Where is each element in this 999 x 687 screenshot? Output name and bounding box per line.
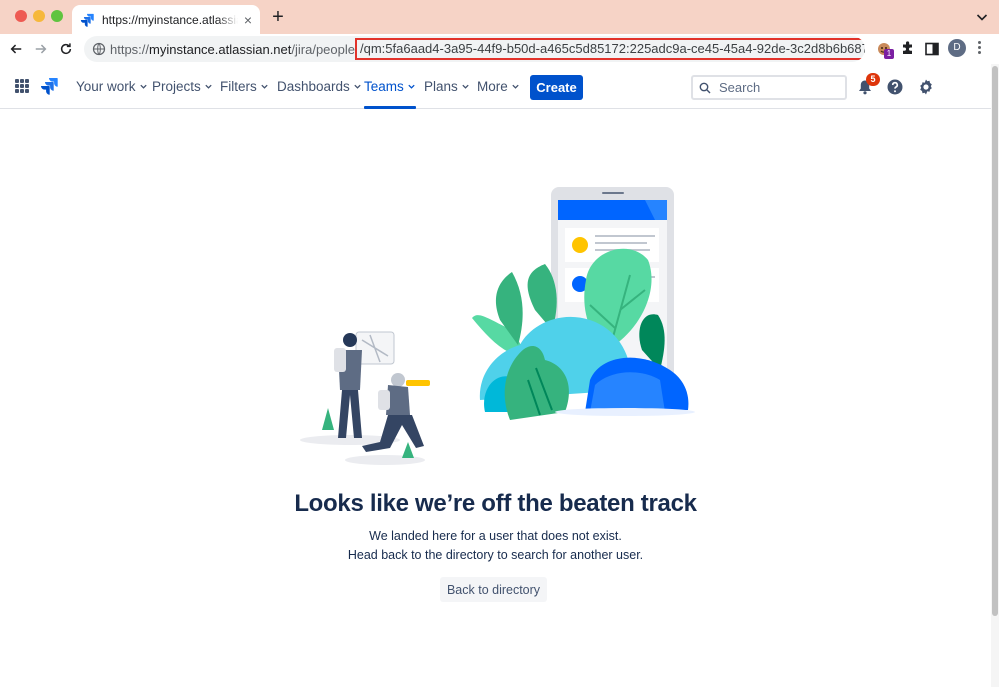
browser-menu-icon[interactable]: [978, 41, 982, 57]
chevron-down-icon: [139, 84, 147, 89]
nav-filters[interactable]: Filters: [220, 64, 269, 109]
address-bar[interactable]: https://myinstance.atlassian.net/jira/pe…: [84, 36, 865, 62]
nav-label: Plans: [424, 79, 458, 94]
url-host: myinstance.atlassian.net: [149, 41, 292, 57]
back-nav-button[interactable]: [6, 39, 26, 59]
url-scheme: https://: [110, 41, 150, 57]
close-window-button[interactable]: [15, 10, 27, 22]
nav-label: Projects: [152, 79, 201, 94]
nav-more[interactable]: More: [477, 64, 520, 109]
nav-teams[interactable]: Teams: [364, 64, 416, 109]
chevron-down-icon: [462, 84, 469, 89]
forward-nav-button[interactable]: [31, 39, 51, 59]
chevron-down-icon: [261, 84, 268, 89]
nav-label: Filters: [220, 79, 257, 94]
description-line-2: Head back to the directory to search for…: [347, 548, 644, 562]
arrow-left-icon: [10, 44, 22, 54]
help-icon[interactable]: [886, 78, 904, 96]
profile-avatar[interactable]: D: [948, 39, 966, 57]
reload-icon: [60, 43, 72, 55]
url-path: /jira/people: [291, 41, 355, 57]
browser-tab[interactable]: https://myinstance.atlassian.net/jira/pe…: [72, 5, 260, 34]
tab-close-icon[interactable]: ×: [244, 12, 252, 28]
search-input[interactable]: [719, 80, 839, 95]
description-line-1: We landed here for a user that does not …: [369, 529, 622, 543]
new-tab-button[interactable]: +: [268, 6, 288, 29]
off-track-illustration: [300, 187, 695, 465]
nav-projects[interactable]: Projects: [152, 64, 213, 109]
settings-gear-icon[interactable]: [917, 78, 935, 96]
site-info-icon[interactable]: [92, 42, 106, 56]
browser-toolbar: https://myinstance.atlassian.net/jira/pe…: [0, 34, 999, 64]
puzzle-icon[interactable]: [899, 40, 917, 58]
page-scrollbar-thumb[interactable]: [992, 66, 998, 616]
nav-label: Your work: [76, 79, 136, 94]
reload-button[interactable]: [56, 39, 76, 59]
back-to-directory-button[interactable]: Back to directory: [440, 577, 547, 602]
page-title: Looks like we’re off the beaten track: [294, 490, 697, 517]
extension-badge: 1: [884, 49, 894, 59]
create-button[interactable]: Create: [530, 75, 583, 100]
chevron-down-icon: [205, 84, 212, 89]
chevron-down-icon: [512, 84, 519, 89]
minimize-window-button[interactable]: [33, 10, 45, 22]
jira-top-navigation: Your work Projects Filters Dashboards Te…: [0, 64, 991, 109]
nav-label: More: [477, 79, 508, 94]
notification-count-badge: 5: [866, 73, 880, 86]
nav-plans[interactable]: Plans: [424, 64, 470, 109]
jira-favicon-icon: [80, 13, 94, 27]
page-scrollbar-track[interactable]: [991, 64, 999, 687]
search-icon: [699, 82, 711, 93]
chevron-down-icon: [354, 84, 361, 89]
side-panel-icon[interactable]: [923, 40, 941, 58]
nav-label: Teams: [364, 79, 404, 94]
nav-dashboards[interactable]: Dashboards: [277, 64, 362, 109]
tab-title: https://myinstance.atlassian.net/jira/pe…: [102, 12, 238, 27]
tab-search-chevron-icon[interactable]: [974, 9, 990, 25]
browser-tab-bar: https://myinstance.atlassian.net/jira/pe…: [0, 0, 999, 34]
chevron-down-icon: [408, 84, 415, 89]
search-field[interactable]: [691, 75, 847, 100]
app-switcher-grid-icon[interactable]: [15, 79, 29, 93]
arrow-right-icon: [35, 44, 47, 54]
nav-label: Dashboards: [277, 79, 350, 94]
nav-your-work[interactable]: Your work: [76, 64, 148, 109]
jira-logo-icon[interactable]: [40, 77, 58, 95]
url-highlighted-segment: /qm:5fa6aad4-3a95-44f9-b50d-a465c5d85172…: [355, 38, 865, 60]
maximize-window-button[interactable]: [51, 10, 63, 22]
